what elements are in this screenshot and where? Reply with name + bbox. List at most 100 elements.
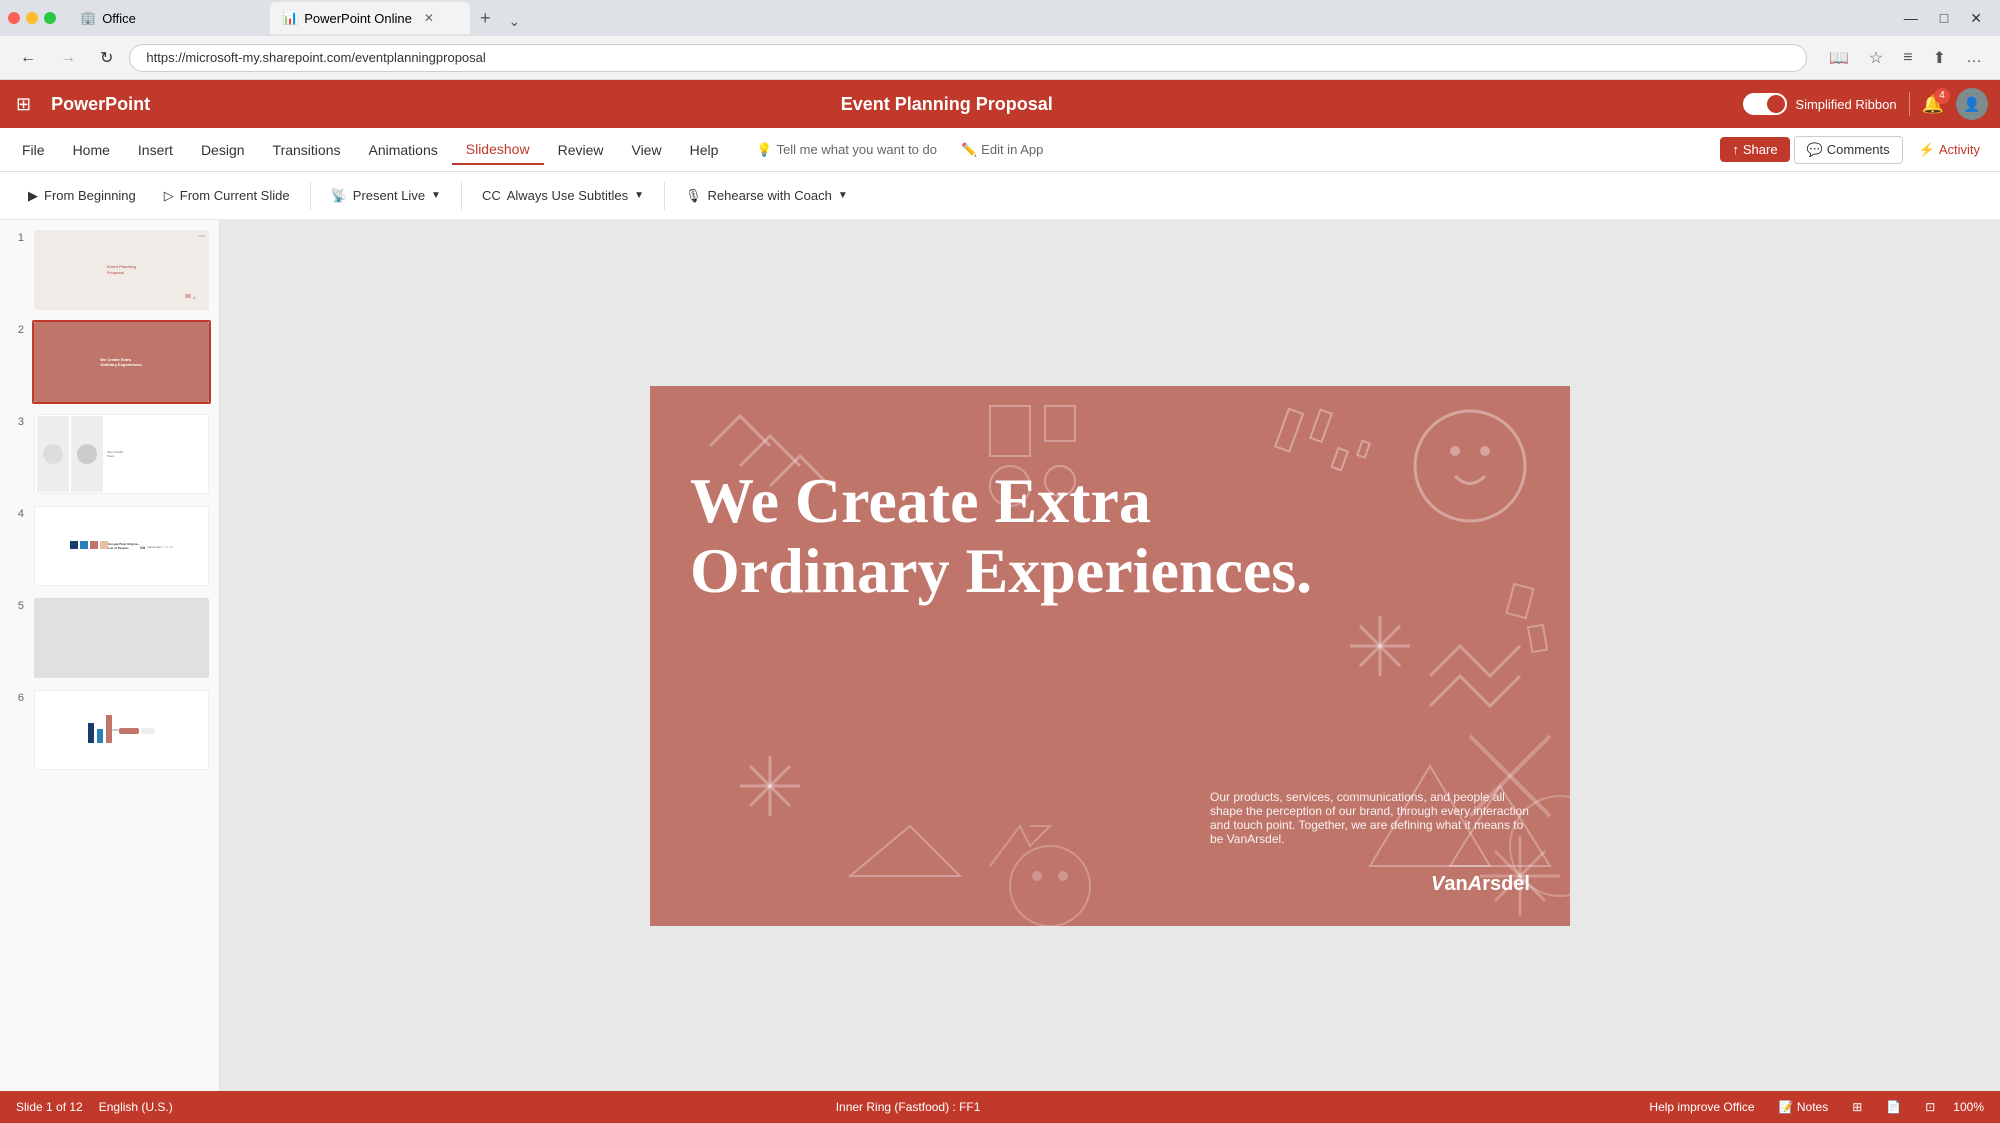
slide-view-btn[interactable]: ⊞ [1846, 1098, 1868, 1116]
vanardel-logo-text: VanArsdel [1431, 873, 1530, 895]
menu-file[interactable]: File [8, 136, 59, 164]
notes-button[interactable]: 📝 Notes [1773, 1098, 1835, 1116]
menu-transitions[interactable]: Transitions [259, 136, 355, 164]
slide-thumbnail-2[interactable]: 2 We Create ExtraOrdinary Experiences. [8, 320, 211, 404]
simplified-ribbon-toggle[interactable]: Simplified Ribbon [1743, 93, 1896, 115]
forward-button[interactable]: → [52, 45, 84, 71]
minimize-btn[interactable]: — [1894, 6, 1928, 30]
menu-view[interactable]: View [617, 136, 675, 164]
from-beginning-button[interactable]: ▶ From Beginning [16, 182, 148, 210]
coach-dropdown-icon: ▼ [838, 190, 848, 201]
share-browser-btn[interactable]: ⬆ [1927, 44, 1952, 72]
slide-thumbnail-5[interactable]: 5 [8, 596, 211, 680]
back-button[interactable]: ← [12, 45, 44, 71]
maximize-window-btn[interactable] [44, 12, 56, 24]
present-live-button[interactable]: 📡 Present Live ▼ [319, 182, 453, 210]
canvas-area: We Create Extra Ordinary Experiences. Ou… [220, 220, 2000, 1091]
ribbon-menu: File Home Insert Design Transitions Anim… [8, 135, 1051, 165]
settings-btn[interactable]: ≡ [1897, 45, 1918, 71]
tab-powerpoint-label: PowerPoint Online [304, 11, 412, 26]
menu-home[interactable]: Home [59, 136, 124, 164]
slide-img-1[interactable]: Event PlanningProposal 2019 A [32, 228, 211, 312]
slide-headline-line2: Ordinary Experiences. [690, 536, 1312, 606]
language-indicator: English (U.S.) [99, 1100, 173, 1114]
comment-icon: 💬 [1807, 142, 1823, 158]
slide-num-3: 3 [8, 412, 24, 428]
browser-tab-office[interactable]: 🏢 Office [68, 2, 268, 34]
toggle-switch[interactable] [1743, 93, 1787, 115]
coach-icon: 🎙 [685, 188, 702, 204]
from-current-slide-label: From Current Slide [180, 188, 290, 203]
status-right: Help improve Office 📝 Notes ⊞ 📄 ⊡ 100% [1643, 1098, 1984, 1116]
slide-thumbnail-4[interactable]: 4 Google Pixel Origina...List of People.… [8, 504, 211, 588]
slide-img-5[interactable] [32, 596, 211, 680]
main-slide-canvas[interactable]: We Create Extra Ordinary Experiences. Ou… [650, 386, 1570, 926]
close-btn[interactable]: ✕ [1960, 6, 1992, 31]
tab-close-icon[interactable]: ✕ [424, 11, 434, 25]
zoom-level: 100% [1953, 1100, 1984, 1114]
menu-design[interactable]: Design [187, 136, 259, 164]
always-use-subtitles-button[interactable]: CC Always Use Subtitles ▼ [470, 182, 656, 209]
status-left: Slide 1 of 12 English (U.S.) [16, 1100, 173, 1114]
more-btn[interactable]: … [1960, 45, 1988, 71]
edit-in-app-label: Edit in App [981, 142, 1043, 157]
address-bar[interactable]: https://microsoft-my.sharepoint.com/even… [129, 44, 1807, 72]
menu-animations[interactable]: Animations [354, 136, 451, 164]
notification-btn[interactable]: 🔔 4 [1922, 94, 1944, 115]
rehearse-with-coach-button[interactable]: 🎙 Rehearse with Coach ▼ [673, 182, 860, 210]
app-name: PowerPoint [51, 94, 150, 115]
menu-slideshow[interactable]: Slideshow [452, 135, 544, 165]
slide-num-2: 2 [8, 320, 24, 336]
help-improve-label: Help improve Office [1649, 1100, 1754, 1114]
edit-in-app-btn[interactable]: ✏️ Edit in App [953, 138, 1051, 162]
slide-thumbnail-3[interactable]: 3 Very FruitfulTeam [8, 412, 211, 496]
present-live-icon: 📡 [331, 188, 347, 204]
help-improve-button[interactable]: Help improve Office [1643, 1098, 1760, 1116]
simplified-ribbon-label: Simplified Ribbon [1795, 97, 1896, 112]
minimize-window-btn[interactable] [26, 12, 38, 24]
comments-button[interactable]: 💬 Comments [1794, 136, 1903, 164]
slide-img-2[interactable]: We Create ExtraOrdinary Experiences. [32, 320, 211, 404]
url-text: https://microsoft-my.sharepoint.com/even… [146, 50, 1790, 65]
slide-headline-line1: We Create Extra [690, 466, 1312, 536]
activity-button[interactable]: ⚡ Activity [1907, 137, 1992, 163]
share-label: Share [1743, 142, 1778, 157]
menu-insert[interactable]: Insert [124, 136, 187, 164]
slide-img-4[interactable]: Google Pixel Origina...List of People...… [32, 504, 211, 588]
browser-tab-powerpoint[interactable]: 📊 PowerPoint Online ✕ [270, 2, 470, 34]
from-current-slide-button[interactable]: ▷ From Current Slide [152, 182, 302, 210]
tab-dropdown-icon[interactable]: ⌄ [501, 9, 529, 34]
activity-label: Activity [1939, 142, 1980, 157]
slide-body-paragraph: Our products, services, communications, … [1210, 790, 1530, 846]
notes-icon: 📝 [1779, 1100, 1794, 1114]
share-button[interactable]: ↑ Share [1720, 137, 1789, 162]
refresh-button[interactable]: ↻ [92, 44, 121, 72]
fit-slide-btn[interactable]: ⊡ [1919, 1098, 1941, 1116]
tell-me-what-btn[interactable]: 💡 Tell me what you want to do [748, 138, 945, 162]
slide-img-3[interactable]: Very FruitfulTeam [32, 412, 211, 496]
notification-badge: 4 [1934, 88, 1950, 104]
close-window-btn[interactable] [8, 12, 20, 24]
menu-review[interactable]: Review [544, 136, 618, 164]
ribbon-bar: File Home Insert Design Transitions Anim… [0, 128, 2000, 172]
status-bar: Slide 1 of 12 English (U.S.) Inner Ring … [0, 1091, 2000, 1123]
slide-thumbnail-6[interactable]: 6 2019 [8, 688, 211, 772]
new-tab-button[interactable]: + [472, 4, 499, 33]
notes-view-btn[interactable]: 📄 [1880, 1098, 1907, 1116]
slide-img-6[interactable]: 2019 [32, 688, 211, 772]
present-live-dropdown-icon: ▼ [431, 190, 441, 201]
toolbar-separator-1 [310, 182, 311, 210]
restore-btn[interactable]: □ [1930, 6, 1958, 30]
slide-thumbnail-1[interactable]: 1 Event PlanningProposal 2019 A [8, 228, 211, 312]
menu-help[interactable]: Help [676, 136, 733, 164]
user-avatar[interactable]: 👤 [1956, 88, 1988, 120]
slide-panel: 1 Event PlanningProposal 2019 A 2 [0, 220, 220, 1091]
waffle-menu-icon[interactable]: ⊞ [12, 90, 35, 119]
favorites-btn[interactable]: ☆ [1863, 44, 1889, 72]
app-header: ⊞ PowerPoint Event Planning Proposal Sim… [0, 80, 2000, 128]
subtitles-dropdown-icon: ▼ [634, 190, 644, 201]
svg-text:A: A [193, 295, 196, 300]
tab-office-label: Office [102, 11, 136, 26]
reader-view-btn[interactable]: 📖 [1823, 44, 1855, 72]
activity-icon: ⚡ [1919, 142, 1935, 158]
